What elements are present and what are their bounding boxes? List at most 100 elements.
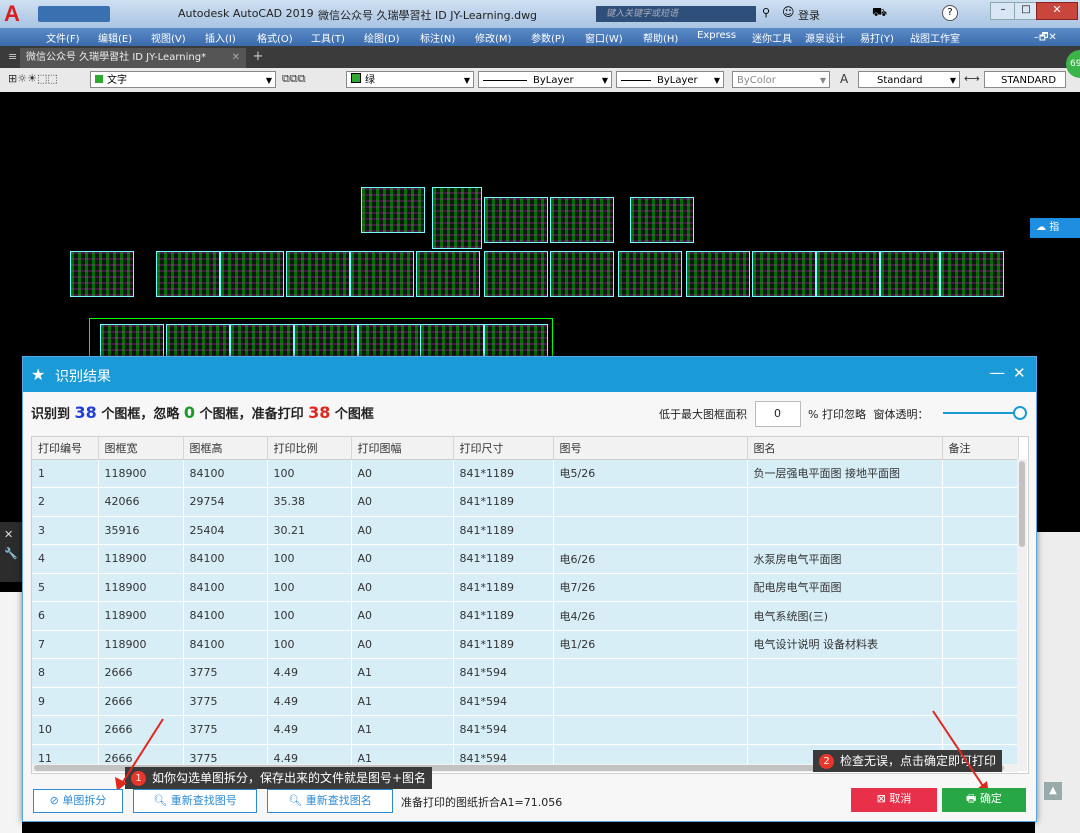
binoculars-icon[interactable]: ⚲ [762,6,770,19]
refind-number-button[interactable]: 🔍︎ 重新查找图号 [133,789,257,813]
menu-mini-tools[interactable]: 迷你工具 [752,30,792,45]
document-title: 微信公众号 久瑞學習社 ID JY-Learning.dwg [318,9,538,22]
refind-name-button[interactable]: 🔍︎ 重新查找图名 [267,789,393,813]
color-select[interactable]: 绿 ▼ [346,71,474,88]
quick-access-toolbar[interactable] [38,6,110,22]
menu-yuanquan[interactable]: 源泉设计 [805,30,845,45]
wrench-icon[interactable]: 🔧 [0,541,22,560]
textstyle-name: Standard [877,75,923,86]
drawing-frame [156,251,220,297]
drawing-frame [420,324,484,358]
menu-dimension[interactable]: 标注(N) [420,30,455,45]
layer-color-swatch [95,75,103,83]
lineweight-name: ByLayer [657,75,698,86]
menu-modify[interactable]: 修改(M) [475,30,511,45]
menu-zhantu[interactable]: 战图工作室 [910,30,960,45]
drawing-frame [70,251,134,297]
drawing-frame [358,324,422,358]
linetype-select[interactable]: ByLayer ▼ [478,71,612,88]
recognition-result-dialog: ★ 识别结果 — ✕ 识别到 38 个图框，忽略 0 个图框，准备打印 38 个… [22,356,1037,822]
drawing-frame [484,197,548,243]
drawing-frame [286,251,350,297]
drawing-frame [550,251,614,297]
app-title: Autodesk AutoCAD 2019 [178,7,314,20]
drawing-frame [361,187,425,233]
layer-tools-icon[interactable]: ⊞☼☀⬚⬚ [8,72,58,85]
drawing-frame [294,324,358,358]
lineweight-select[interactable]: ByLayer ▼ [616,71,724,88]
cloud-icon: ☁ [1036,222,1046,233]
menu-view[interactable]: 视图(V) [151,30,186,45]
drawing-frame [940,251,1004,297]
user-icon[interactable]: ☺ [782,5,795,19]
layer-state-icons[interactable]: ⧉⧉⧉ [282,72,306,86]
menu-window[interactable]: 窗口(W) [585,30,623,45]
cart-icon[interactable]: ⛟ [872,5,887,21]
drawing-frame [230,324,294,358]
menu-draw[interactable]: 绘图(D) [364,30,400,45]
help-icon[interactable]: ? [942,5,958,21]
drawing-frame [484,251,548,297]
textstyle-select[interactable]: Standard ▼ [858,71,960,88]
document-tab[interactable]: 微信公众号 久瑞學習社 ID JY-Learning* ✕ [20,48,246,68]
refind-name-label: 重新查找图名 [305,794,372,807]
scroll-top-button[interactable]: ▲ [1044,782,1062,800]
doc-window-controls[interactable]: –🗗✕ [1034,30,1057,47]
print-status: 准备打印的图纸折合A1=71.056 [401,796,563,809]
layer-select[interactable]: 文字 ▼ [90,71,276,88]
lineweight-preview [621,79,651,81]
minimize-button[interactable]: – [990,2,1016,20]
menu-file[interactable]: 文件(F) [46,30,80,45]
menu-bar: 文件(F) 编辑(E) 视图(V) 插入(I) 格式(O) 工具(T) 绘图(D… [0,28,1080,46]
side-tab-label: 指 [1049,222,1060,233]
annotation-arrows [115,710,989,795]
drawing-frame [432,187,482,249]
text-style-icon[interactable]: A [840,72,848,86]
search-input[interactable]: 键入关键字或短语 [596,6,756,22]
cancel-button[interactable]: ⊠ 取消 [851,788,937,812]
menu-format[interactable]: 格式(O) [257,30,293,45]
login-link[interactable]: 登录 [798,7,820,23]
color-name: 绿 [365,75,375,86]
plotstyle-name: ByColor [737,75,776,86]
search-icon: 🔍︎ [288,794,303,807]
close-button[interactable]: ✕ [1036,2,1078,20]
dimstyle-select[interactable]: STANDARD [984,71,1066,88]
dim-style-icon[interactable]: ⟷ [964,72,980,85]
menu-tools[interactable]: 工具(T) [311,30,345,45]
linetype-name: ByLayer [533,75,574,86]
ok-label: 确定 [979,792,1002,805]
menu-insert[interactable]: 插入(I) [205,30,236,45]
single-split-label: 单图拆分 [62,794,107,807]
menu-parametric[interactable]: 参数(P) [531,30,565,45]
side-panel-tab[interactable]: ☁ 指 [1030,218,1080,238]
menu-yida[interactable]: 易打(Y) [860,30,894,45]
menu-edit[interactable]: 编辑(E) [98,30,132,45]
maximize-button[interactable]: □ [1014,2,1038,20]
layer-name: 文字 [107,75,127,86]
search-icon: 🔍︎ [153,794,168,807]
linetype-preview [483,79,527,81]
document-tab-label: 微信公众号 久瑞學習社 ID JY-Learning* [26,52,207,63]
drawing-frame [630,197,694,243]
close-icon[interactable]: ✕ [0,522,22,541]
menu-toggle-icon[interactable]: ≡ [8,50,17,63]
menu-express[interactable]: Express [697,30,736,41]
drawing-frame [484,324,548,358]
single-split-button[interactable]: ⊘ 单图拆分 [33,789,123,813]
drawing-frame [350,251,414,297]
drawing-frame [686,251,750,297]
title-bar: A Autodesk AutoCAD 2019 微信公众号 久瑞學習社 ID J… [0,0,1080,28]
color-swatch [351,73,361,83]
dimstyle-name: STANDARD [1001,75,1057,86]
drawing-frame [550,197,614,243]
plotstyle-select[interactable]: ByColor ▼ [732,71,830,88]
drawing-frame [752,251,816,297]
menu-help[interactable]: 帮助(H) [643,30,678,45]
ok-button[interactable]: 🖶 确定 [942,788,1026,812]
left-toolstrip: ✕ 🔧 [0,522,22,582]
close-tab-icon[interactable]: ✕ [232,48,240,68]
drawing-frame [220,251,284,297]
new-tab-button[interactable]: + [250,49,266,65]
autocad-logo[interactable]: A [4,2,28,26]
